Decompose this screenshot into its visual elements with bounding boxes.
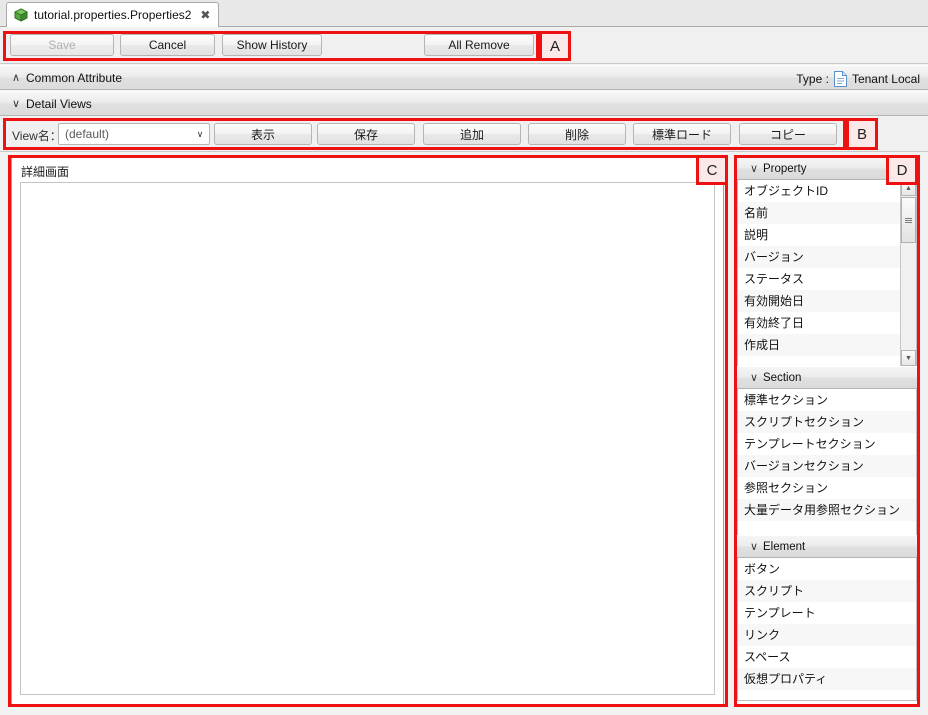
- element-list-item[interactable]: スクリプト: [738, 580, 916, 602]
- element-panel-header[interactable]: ∨ Element: [737, 535, 917, 558]
- type-indicator: Type : Tenant Local: [796, 66, 920, 91]
- document-icon: [833, 70, 847, 87]
- property-list-item[interactable]: 名前: [738, 202, 916, 224]
- scrollbar-thumb[interactable]: [901, 197, 916, 243]
- section-list-item[interactable]: バージョンセクション: [738, 455, 916, 477]
- chevron-down-icon: ∨: [11, 97, 21, 110]
- close-icon[interactable]: ✖: [200, 9, 210, 21]
- element-list: ボタン スクリプト テンプレート リンク スペース 仮想プロパティ: [738, 558, 916, 690]
- detail-screen-title: 詳細画面: [21, 165, 70, 179]
- display-button[interactable]: 表示: [214, 123, 312, 145]
- common-attribute-header[interactable]: ∧ Common Attribute Type : Tenant Local: [0, 65, 928, 90]
- copy-button[interactable]: コピー: [739, 123, 837, 145]
- view-toolbar: View名： (default) ∨ 表示 保存 追加 削除 標準ロード コピー: [0, 117, 928, 152]
- grip-icon: [905, 217, 912, 224]
- element-list-item[interactable]: テンプレート: [738, 602, 916, 624]
- element-panel-title: Element: [763, 540, 806, 553]
- tab-properties2[interactable]: tutorial.properties.Properties2 ✖: [6, 2, 220, 27]
- annotation-label-a: A: [539, 31, 571, 61]
- chevron-up-icon: ∧: [11, 71, 21, 84]
- add-button[interactable]: 追加: [423, 123, 521, 145]
- section-list-container: 標準セクション スクリプトセクション テンプレートセクション バージョンセクション 参照…: [737, 389, 917, 535]
- standard-load-button[interactable]: 標準ロード: [633, 123, 731, 145]
- all-remove-button[interactable]: All Remove: [424, 34, 534, 56]
- save-view-button[interactable]: 保存: [317, 123, 415, 145]
- detail-views-title: Detail Views: [26, 96, 92, 111]
- view-name-value: (default): [65, 127, 110, 141]
- element-list-item[interactable]: スペース: [738, 646, 916, 668]
- section-list-item[interactable]: 大量データ用参照セクション: [738, 499, 916, 521]
- property-list-item[interactable]: 作成日: [738, 334, 916, 356]
- cancel-button[interactable]: Cancel: [120, 34, 215, 56]
- green-cube-icon: [14, 8, 28, 22]
- annotation-label-d: D: [886, 155, 918, 185]
- property-list-item[interactable]: ステータス: [738, 268, 916, 290]
- tab-title: tutorial.properties.Properties2: [34, 8, 192, 22]
- detail-screen-panel: 詳細画面: [11, 157, 724, 705]
- chevron-down-icon: ∨: [749, 371, 759, 384]
- view-name-label: View名：: [12, 129, 62, 143]
- property-list-item[interactable]: 有効開始日: [738, 290, 916, 312]
- section-panel-header[interactable]: ∨ Section: [737, 366, 917, 389]
- main-toolbar: Save Cancel Show History All Remove: [0, 28, 928, 64]
- type-label: Type :: [796, 71, 829, 86]
- application-window: tutorial.properties.Properties2 ✖ Save C…: [0, 0, 928, 715]
- annotation-label-b: B: [846, 118, 878, 150]
- chevron-down-icon: ∨: [749, 540, 759, 553]
- common-attribute-title: Common Attribute: [26, 70, 123, 85]
- scroll-down-icon[interactable]: ▼: [901, 350, 916, 366]
- property-list-scrollbar[interactable]: ▲ ▼: [900, 180, 916, 366]
- detail-views-header[interactable]: ∨ Detail Views: [0, 91, 928, 116]
- property-list-item[interactable]: 説明: [738, 224, 916, 246]
- save-button[interactable]: Save: [10, 34, 114, 56]
- chevron-down-icon: ∨: [749, 162, 759, 175]
- section-list-item[interactable]: 参照セクション: [738, 477, 916, 499]
- property-list: オブジェクトID 名前 説明 バージョン ステータス 有効開始日 有効終了日 作成日: [738, 180, 916, 356]
- property-panel-title: Property: [763, 162, 807, 175]
- section-panel-title: Section: [763, 371, 802, 384]
- chevron-down-icon: ∨: [196, 128, 204, 139]
- property-list-item[interactable]: 有効終了日: [738, 312, 916, 334]
- delete-button[interactable]: 削除: [528, 123, 626, 145]
- property-list-item[interactable]: バージョン: [738, 246, 916, 268]
- show-history-button[interactable]: Show History: [222, 34, 322, 56]
- section-list-item[interactable]: 標準セクション: [738, 389, 916, 411]
- property-list-container: オブジェクトID 名前 説明 バージョン ステータス 有効開始日 有効終了日 作成日 ▲ ▼: [737, 180, 917, 366]
- section-list-item[interactable]: テンプレートセクション: [738, 433, 916, 455]
- element-list-item[interactable]: 仮想プロパティ: [738, 668, 916, 690]
- section-list: 標準セクション スクリプトセクション テンプレートセクション バージョンセクション 参照…: [738, 389, 916, 521]
- element-list-item[interactable]: ボタン: [738, 558, 916, 580]
- view-name-select[interactable]: (default) ∨: [58, 123, 210, 145]
- palette-column: ∨ Property オブジェクトID 名前 説明 バージョン ステータス 有効開始日 有効…: [737, 157, 917, 705]
- detail-screen-canvas[interactable]: [20, 182, 715, 695]
- type-value: Tenant Local: [851, 71, 920, 86]
- tab-strip: tutorial.properties.Properties2 ✖: [0, 0, 928, 27]
- element-list-container: ボタン スクリプト テンプレート リンク スペース 仮想プロパティ: [737, 558, 917, 701]
- annotation-label-c: C: [696, 155, 728, 185]
- section-list-item[interactable]: スクリプトセクション: [738, 411, 916, 433]
- element-list-item[interactable]: リンク: [738, 624, 916, 646]
